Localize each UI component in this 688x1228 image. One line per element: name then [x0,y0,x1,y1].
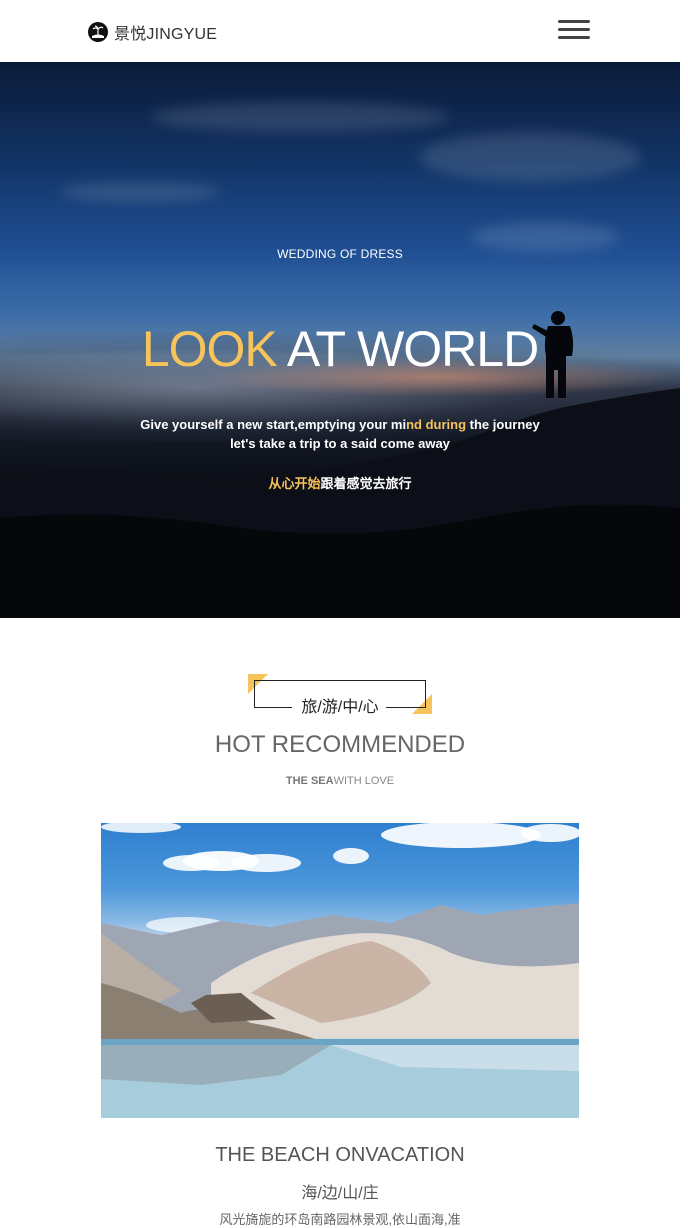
hero-title-rest: AT WORLD [276,321,539,377]
logo-text: 景悦JINGYUE [114,26,218,43]
hero-title-highlight: LOOK [141,321,278,377]
card-description: 风光旖旎的环岛南路园林景观,依山面海,准 [219,1212,461,1227]
logo[interactable]: 景悦JINGYUE [88,20,217,44]
section-title: HOT RECOMMENDED [214,731,466,758]
hero-subtitle: WEDDING OF DRESS [277,247,403,261]
site-header: 景悦JINGYUE [0,0,688,62]
card-subtitle: 海/边/山/庄 [301,1185,379,1202]
palm-island-icon [88,22,108,42]
hero-title: LOOK AT WORLD [0,320,680,378]
hero-tagline-1: Give yourself a new start,emptying your … [140,417,540,432]
section-badge: 旅/游/中/心 [248,674,432,716]
hero-tagline-2: let's take a trip to a said come away [230,436,450,451]
hamburger-menu-icon[interactable] [558,20,590,42]
section-subtitle: THE SEAWITH LOVE [285,775,395,787]
hero-chinese-tagline: 从心开始跟着感觉去旅行 [268,476,412,491]
section-badge-label: 旅/游/中/心 [301,699,379,716]
beach-card-image[interactable] [101,823,579,1118]
hero-banner: WEDDING OF DRESS LOOK AT WORLD Give your… [0,62,680,618]
card-title[interactable]: THE BEACH ONVACATION [0,1144,680,1167]
